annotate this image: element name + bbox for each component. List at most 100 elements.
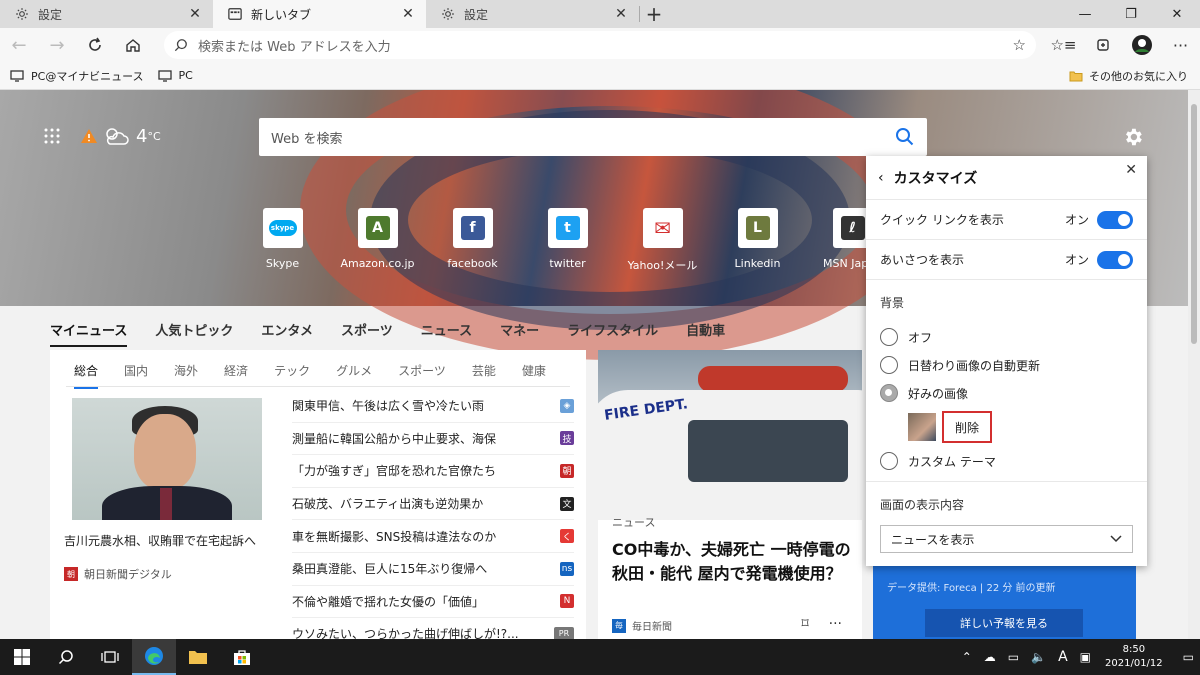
source-logo-icon: 技 (560, 431, 574, 446)
sub-nav-item[interactable]: 海外 (174, 362, 198, 389)
background-option-daily[interactable]: 日替わり画像の自動更新 (866, 351, 1147, 379)
ime-mode-icon[interactable]: ▣ (1080, 650, 1091, 664)
news-nav-item[interactable]: ライフスタイル (567, 320, 658, 347)
clock[interactable]: 8:50 2021/01/12 (1105, 643, 1163, 671)
close-window-button[interactable]: ✕ (1154, 0, 1200, 28)
list-item[interactable]: 不倫や離婚で揺れた女優の「価値」 N (292, 586, 574, 619)
quick-link-twitter[interactable]: t twitter (520, 208, 615, 273)
quick-links-toggle[interactable] (1097, 210, 1133, 229)
sub-nav-item[interactable]: 芸能 (472, 362, 496, 389)
web-search-box[interactable]: Web を検索 (259, 118, 927, 156)
quick-link-amazon-co-jp[interactable]: A Amazon.co.jp (330, 208, 425, 273)
task-view-button[interactable] (88, 639, 132, 675)
bookmark-icon[interactable]: ⌑ (801, 616, 808, 632)
notifications-icon[interactable]: ▭ (1183, 650, 1194, 664)
favorite-star-icon[interactable]: ☆ (1013, 36, 1026, 54)
forward-button[interactable]: → (38, 30, 76, 60)
feature-headline[interactable]: 吉川元農水相、収賄罪で在宅起訴へ (64, 532, 256, 549)
temperature: 4 (136, 125, 148, 147)
minimize-button[interactable]: — (1062, 0, 1108, 28)
close-icon[interactable]: ✕ (400, 6, 416, 22)
news-card-story[interactable]: FIRE DEPT. ニュース CO中毒か、夫婦死亡 一時停電の秋田・能代 屋内… (598, 350, 862, 639)
favorite-item[interactable]: PC@マイナビニュース (10, 68, 144, 84)
news-nav-item[interactable]: マイニュース (50, 320, 128, 347)
more-options-icon[interactable]: ··· (829, 616, 842, 632)
tab-settings-1[interactable]: 設定 ✕ (0, 0, 213, 28)
sub-nav-item[interactable]: 国内 (124, 362, 148, 389)
page-scrollbar[interactable] (1188, 90, 1200, 639)
sub-nav-item[interactable]: 総合 (74, 362, 99, 389)
back-chevron-icon[interactable]: ‹ (878, 170, 884, 186)
ime-indicator[interactable]: A (1058, 649, 1068, 665)
quick-link-facebook[interactable]: f facebook (425, 208, 520, 273)
favorites-icon[interactable]: ☆≡ (1044, 30, 1083, 60)
list-item[interactable]: 「力が強すぎ」官邸を恐れた官僚たち 朝 (292, 455, 574, 488)
home-button[interactable] (114, 30, 152, 60)
news-nav-item[interactable]: スポーツ (341, 320, 393, 347)
close-icon[interactable]: ✕ (187, 6, 203, 22)
sub-nav-item[interactable]: グルメ (336, 362, 372, 389)
tab-settings-2[interactable]: 設定 ✕ (426, 0, 639, 28)
list-item[interactable]: 測量船に韓国公船から中止要求、海保 技 (292, 423, 574, 456)
source-logo-icon: く (560, 529, 574, 544)
radio-button-selected[interactable] (880, 384, 898, 402)
chevron-up-icon[interactable]: ⌃ (962, 650, 972, 664)
radio-button[interactable] (880, 328, 898, 346)
back-button[interactable]: ← (0, 30, 38, 60)
news-nav-item[interactable]: マネー (500, 320, 539, 347)
other-favorites[interactable]: その他のお気に入り (1069, 68, 1188, 84)
onedrive-icon[interactable]: ☁ (984, 650, 996, 664)
address-bar[interactable]: 検索または Web アドレスを入力 ☆ (164, 31, 1036, 59)
sub-nav-item[interactable]: テック (274, 362, 310, 389)
list-item[interactable]: 車を無断撮影、SNS投稿は違法なのか く (292, 520, 574, 553)
greeting-toggle[interactable] (1097, 250, 1133, 269)
sub-nav-item[interactable]: 健康 (522, 362, 546, 389)
store-button[interactable] (220, 639, 264, 675)
content-section-title: 画面の表示内容 (880, 498, 965, 512)
volume-icon[interactable]: 🔈 (1031, 650, 1046, 664)
new-tab-button[interactable]: + (640, 0, 668, 28)
delete-image-button[interactable]: 削除 (942, 411, 992, 443)
content-select[interactable]: ニュースを表示 (880, 525, 1133, 553)
radio-button[interactable] (880, 452, 898, 470)
network-icon[interactable]: ▭ (1008, 650, 1019, 664)
more-menu-icon[interactable]: ··· (1161, 30, 1200, 60)
sub-nav-item[interactable]: スポーツ (398, 362, 446, 389)
list-item[interactable]: 桑田真澄能、巨人に15年ぶり復帰へ ns (292, 553, 574, 586)
file-explorer-button[interactable] (176, 639, 220, 675)
apps-grid-icon[interactable] (44, 128, 60, 144)
radio-button[interactable] (880, 356, 898, 374)
detailed-forecast-button[interactable]: 詳しい予報を見る (925, 609, 1083, 637)
maximize-button[interactable]: ❐ (1108, 0, 1154, 28)
favorite-item[interactable]: PC (157, 69, 193, 82)
quick-link-yahoo-[interactable]: ✉ Yahoo!メール (615, 208, 710, 273)
collections-icon[interactable] (1083, 30, 1122, 60)
list-item[interactable]: 関東甲信、午後は広く雪や冷たい雨 ◈ (292, 390, 574, 423)
background-option-custom-image[interactable]: 好みの画像 (866, 379, 1147, 407)
news-nav-item[interactable]: 人気トピック (155, 320, 233, 347)
news-nav-item[interactable]: エンタメ (261, 320, 313, 347)
page-settings-gear-icon[interactable] (1122, 126, 1144, 148)
quick-link-skype[interactable]: skype Skype (235, 208, 330, 273)
edge-taskbar-button[interactable] (132, 639, 176, 675)
refresh-button[interactable] (76, 30, 114, 60)
list-item[interactable]: ウソみたい、つらかった曲げ伸ばしが!?... PR (292, 618, 574, 639)
close-icon[interactable]: ✕ (613, 6, 629, 22)
background-option-off[interactable]: オフ (866, 323, 1147, 351)
tab-newtab[interactable]: 新しいタブ ✕ (213, 0, 426, 28)
option-label: 好みの画像 (908, 386, 969, 401)
start-button[interactable] (0, 639, 44, 675)
profile-avatar[interactable] (1122, 30, 1161, 60)
list-item[interactable]: 石破茂、バラエティ出演も逆効果か 文 (292, 488, 574, 521)
quick-link-linkedin[interactable]: L Linkedin (710, 208, 805, 273)
news-nav-item[interactable]: 自動車 (686, 320, 725, 347)
story-headline[interactable]: CO中毒か、夫婦死亡 一時停電の秋田・能代 屋内で発電機使用？ (612, 538, 852, 586)
sub-nav-item[interactable]: 経済 (224, 362, 248, 389)
feature-photo[interactable] (72, 398, 262, 520)
search-icon[interactable] (895, 127, 915, 147)
close-icon[interactable]: ✕ (1125, 162, 1137, 178)
search-button[interactable] (44, 639, 88, 675)
weather-widget[interactable]: 4 °C (80, 125, 161, 147)
background-option-theme[interactable]: カスタム テーマ (866, 447, 1147, 475)
news-nav-item[interactable]: ニュース (421, 320, 472, 347)
